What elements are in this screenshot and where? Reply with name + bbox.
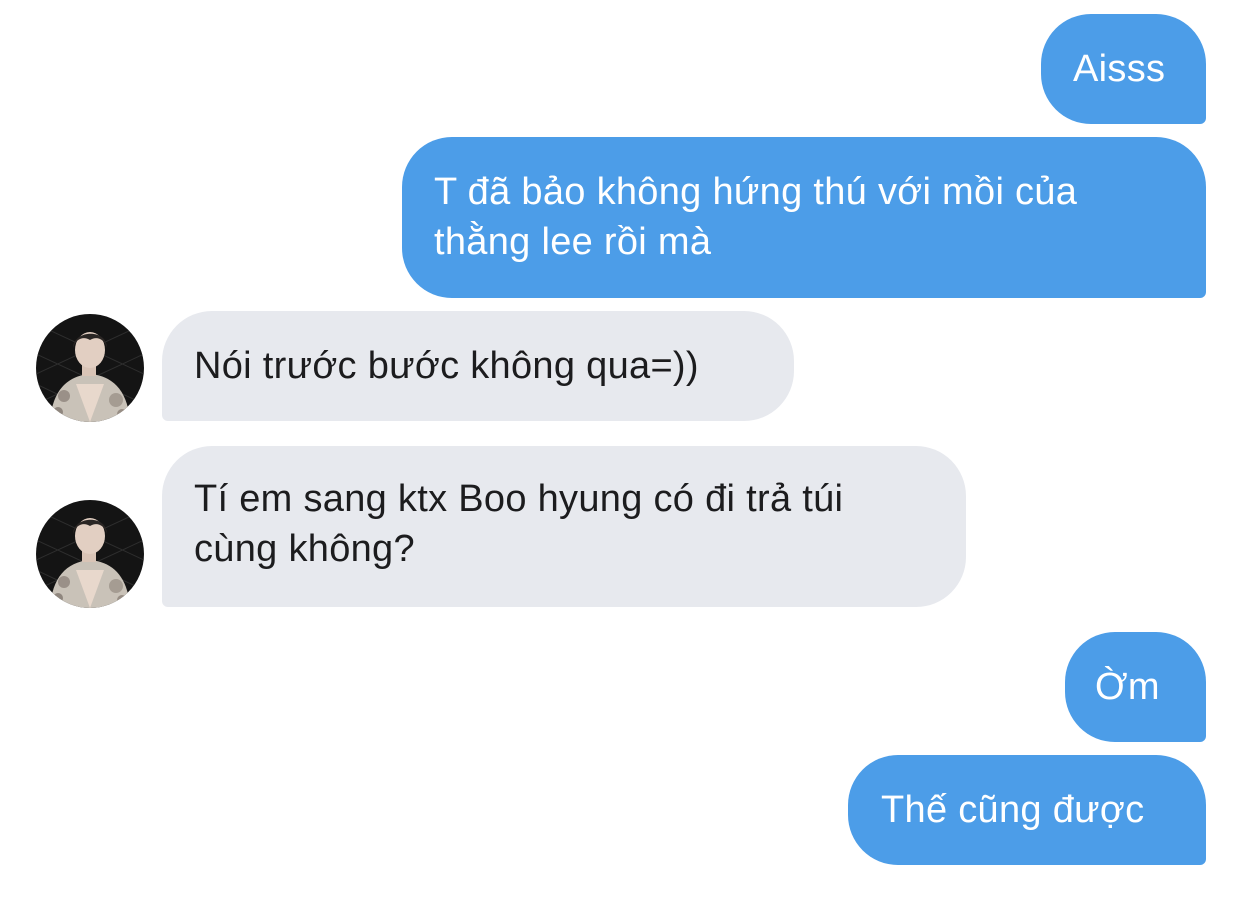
chat-thread: Aisss T đã bảo không hứng thú với mồi củ… (0, 0, 1242, 897)
sent-message-bubble[interactable]: Ờm (1065, 632, 1206, 742)
message-text: Tí em sang ktx Boo hyung có đi trả túi c… (194, 478, 844, 570)
avatar-image (36, 314, 144, 422)
received-message-bubble[interactable]: Nói trước bước không qua=)) (162, 311, 794, 421)
avatar-image (36, 500, 144, 608)
message-text: Thế cũng được (881, 789, 1145, 831)
message-text: Ờm (1095, 666, 1160, 708)
contact-avatar[interactable] (36, 500, 144, 608)
sent-message-bubble[interactable]: Aisss (1041, 14, 1206, 124)
received-message-bubble[interactable]: Tí em sang ktx Boo hyung có đi trả túi c… (162, 446, 966, 607)
sent-message-bubble[interactable]: T đã bảo không hứng thú với mồi của thằn… (402, 137, 1206, 298)
sent-message-bubble[interactable]: Thế cũng được (848, 755, 1206, 865)
message-text: T đã bảo không hứng thú với mồi của thằn… (434, 171, 1078, 263)
message-text: Nói trước bước không qua=)) (194, 345, 699, 387)
contact-avatar[interactable] (36, 314, 144, 422)
message-text: Aisss (1073, 48, 1166, 90)
